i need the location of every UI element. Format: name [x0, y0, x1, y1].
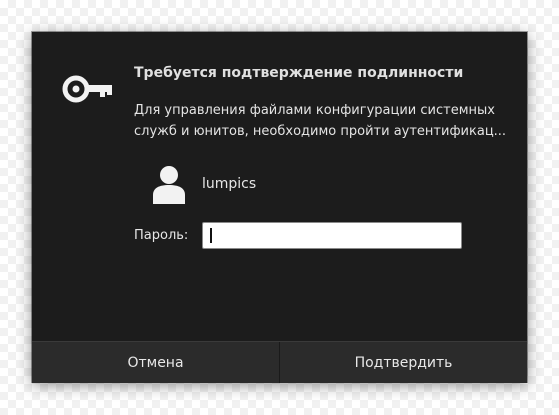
username: lumpics — [202, 176, 257, 192]
user-avatar-icon — [153, 166, 185, 204]
authentication-dialog: Требуется подтверждение подлинности Для … — [32, 32, 527, 383]
password-input[interactable] — [202, 222, 462, 249]
button-bar: Отмена Подтвердить — [32, 341, 527, 383]
confirm-button[interactable]: Подтвердить — [279, 342, 527, 383]
user-row: lumpics — [152, 163, 256, 205]
password-label: Пароль: — [134, 228, 189, 243]
dialog-title: Требуется подтверждение подлинности — [134, 65, 464, 81]
cancel-button[interactable]: Отмена — [32, 342, 279, 383]
dialog-message: Для управления файлами конфигурации сист… — [134, 103, 507, 139]
text-caret — [210, 228, 212, 243]
key-icon — [62, 75, 112, 103]
